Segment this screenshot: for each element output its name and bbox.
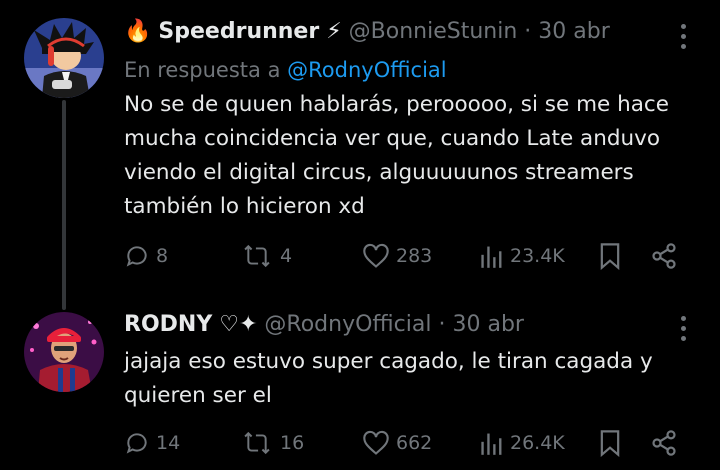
- view-count: 26.4K: [510, 432, 565, 454]
- like-count: 283: [396, 245, 433, 267]
- lightning-emoji-icon: ⚡: [326, 19, 342, 44]
- bookmark-button[interactable]: [598, 239, 622, 273]
- retweet-count: 4: [280, 245, 293, 267]
- like-count: 662: [396, 432, 433, 454]
- retweet-button[interactable]: 4: [240, 239, 292, 273]
- heart-sparkle-emoji-icon: ♡✦: [219, 312, 258, 337]
- tweet-actions: 8 4 283 23.4K: [124, 239, 690, 273]
- avatar[interactable]: [24, 18, 104, 98]
- reply-icon: [126, 433, 147, 454]
- bookmark-button[interactable]: [598, 426, 622, 460]
- display-name[interactable]: RODNY: [124, 312, 212, 337]
- reply-count: 14: [156, 432, 181, 454]
- tweet-rodny[interactable]: RODNY ♡✦ @RodnyOfficial · 30 abr jajaja …: [0, 300, 720, 470]
- tweet-header: 🔥 Speedrunner ⚡ @BonnieStunin · 30 abr: [124, 17, 610, 47]
- user-handle[interactable]: @RodnyOfficial: [264, 312, 431, 337]
- reply-icon: [126, 246, 147, 267]
- like-icon: [363, 430, 389, 455]
- tweet-speedrunner[interactable]: 🔥 Speedrunner ⚡ @BonnieStunin · 30 abr E…: [0, 0, 720, 310]
- views-icon: [481, 433, 502, 455]
- tweet-actions: 14 16 662 26.4K: [124, 426, 690, 460]
- like-button[interactable]: 662: [362, 426, 432, 460]
- retweet-icon: [244, 431, 270, 455]
- share-button[interactable]: [650, 426, 678, 460]
- separator-dot: ·: [524, 19, 532, 44]
- user-handle[interactable]: @BonnieStunin: [349, 19, 518, 44]
- bookmark-icon: [600, 430, 620, 457]
- views-icon: [481, 246, 502, 268]
- display-name[interactable]: Speedrunner: [158, 19, 319, 44]
- thread-line: [62, 100, 66, 310]
- tweet-header: RODNY ♡✦ @RodnyOfficial · 30 abr: [124, 310, 524, 340]
- views-button[interactable]: 23.4K: [480, 239, 565, 273]
- retweet-icon: [244, 244, 270, 268]
- reply-to-handle[interactable]: @RodnyOfficial: [287, 58, 446, 82]
- share-button[interactable]: [650, 239, 678, 273]
- reply-label: En respuesta a: [124, 58, 281, 82]
- view-count: 23.4K: [510, 245, 565, 267]
- share-icon: [652, 243, 676, 269]
- reply-button[interactable]: 14: [124, 426, 180, 460]
- share-icon: [652, 430, 676, 456]
- tweet-date[interactable]: 30 abr: [452, 312, 523, 337]
- views-button[interactable]: 26.4K: [480, 426, 565, 460]
- separator-dot: ·: [438, 312, 446, 337]
- reply-button[interactable]: 8: [124, 239, 168, 273]
- retweet-button[interactable]: 16: [240, 426, 304, 460]
- like-button[interactable]: 283: [362, 239, 432, 273]
- more-icon[interactable]: [680, 316, 686, 341]
- reply-count: 8: [156, 245, 169, 267]
- tweet-date[interactable]: 30 abr: [538, 19, 609, 44]
- tweet-text: No se de quuen hablarás, perooooo, si se…: [124, 92, 669, 219]
- tweet-text: jajaja eso estuvo super cagado, le tiran…: [124, 349, 653, 408]
- retweet-count: 16: [280, 432, 305, 454]
- reply-context: En respuesta a @RodnyOfficial: [124, 56, 447, 84]
- bookmark-icon: [600, 243, 620, 270]
- avatar[interactable]: [24, 312, 104, 392]
- fire-emoji-icon: 🔥: [124, 19, 152, 44]
- more-icon[interactable]: [680, 24, 686, 49]
- like-icon: [363, 243, 389, 268]
